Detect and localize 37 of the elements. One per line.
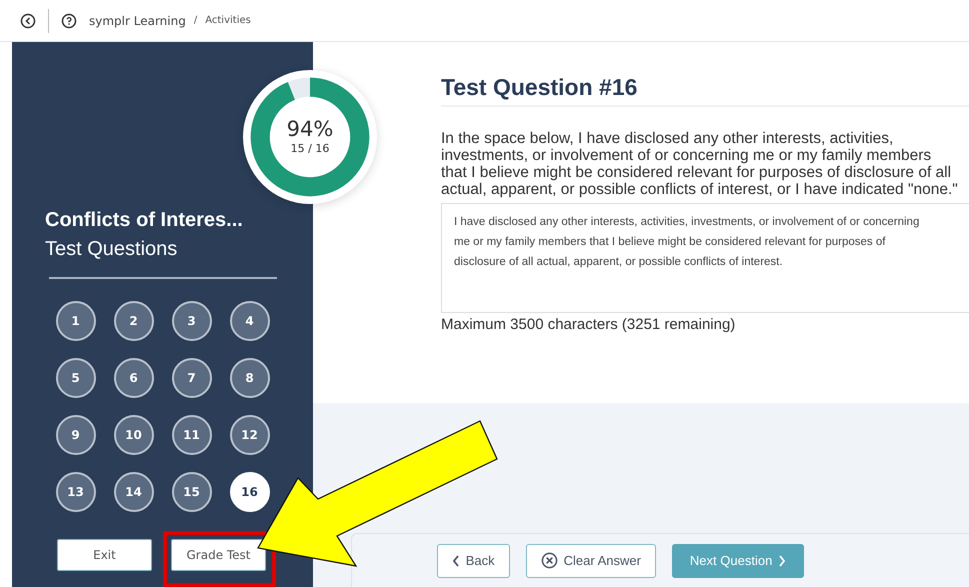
breadcrumb-link[interactable]: symplr Learning xyxy=(89,14,186,28)
help-icon[interactable] xyxy=(61,12,77,28)
question-number[interactable]: 10 xyxy=(114,415,154,455)
question-number[interactable]: 4 xyxy=(230,301,270,341)
back-button[interactable]: Back xyxy=(436,544,510,578)
character-limit: Maximum 3500 characters (3251 remaining) xyxy=(441,316,736,333)
question-number[interactable]: 13 xyxy=(56,472,96,512)
question-number[interactable]: 5 xyxy=(56,358,96,398)
question-number[interactable]: 7 xyxy=(172,358,212,398)
course-title: Conflicts of Interes... xyxy=(45,209,244,232)
question-number[interactable]: 2 xyxy=(114,301,154,341)
progress-percent: 94% xyxy=(286,119,334,140)
clear-icon xyxy=(540,552,558,569)
question-number[interactable]: 15 xyxy=(172,472,212,512)
clear-answer-button[interactable]: Clear Answer xyxy=(526,544,656,578)
chevron-left-icon xyxy=(452,554,460,566)
question-number[interactable]: 3 xyxy=(172,301,212,341)
question-number[interactable]: 9 xyxy=(56,415,96,455)
question-number[interactable]: 6 xyxy=(114,358,154,398)
back-icon[interactable] xyxy=(20,12,36,28)
progress-count: 15 / 16 xyxy=(290,142,330,155)
question-number[interactable]: 1 xyxy=(56,301,96,341)
question-number[interactable]: 11 xyxy=(172,415,212,455)
grade-test-button[interactable]: Grade Test xyxy=(171,539,266,571)
exit-button[interactable]: Exit xyxy=(57,539,152,571)
question-prompt: In the space below, I have disclosed any other interests, activities, investments, or involvement of or concerning me or my family members that I believe might be considered relevant for purposes of disclosure of all actual, apparent, or possible conflicts of interest, or I have indicated "none." xyxy=(441,130,959,198)
question-number[interactable]: 16 xyxy=(230,472,270,512)
chevron-right-icon xyxy=(778,554,786,566)
question-number[interactable]: 14 xyxy=(114,472,154,512)
answer-field[interactable]: I have disclosed any other interests, activities, investments, or involvement of or concerning me or my family members that I believe might be considered relevant for purposes of disclosure of all actual, apparent, or possible conflicts of interest. xyxy=(441,203,969,313)
question-number[interactable]: 8 xyxy=(230,358,270,398)
breadcrumb-separator: / xyxy=(194,15,198,26)
breadcrumb-current: Activities xyxy=(205,15,251,26)
question-number[interactable]: 12 xyxy=(230,415,270,455)
question-title: Test Question #16 xyxy=(441,74,969,107)
section-title: Test Questions xyxy=(45,238,178,261)
next-question-button[interactable]: Next Question xyxy=(672,544,804,578)
